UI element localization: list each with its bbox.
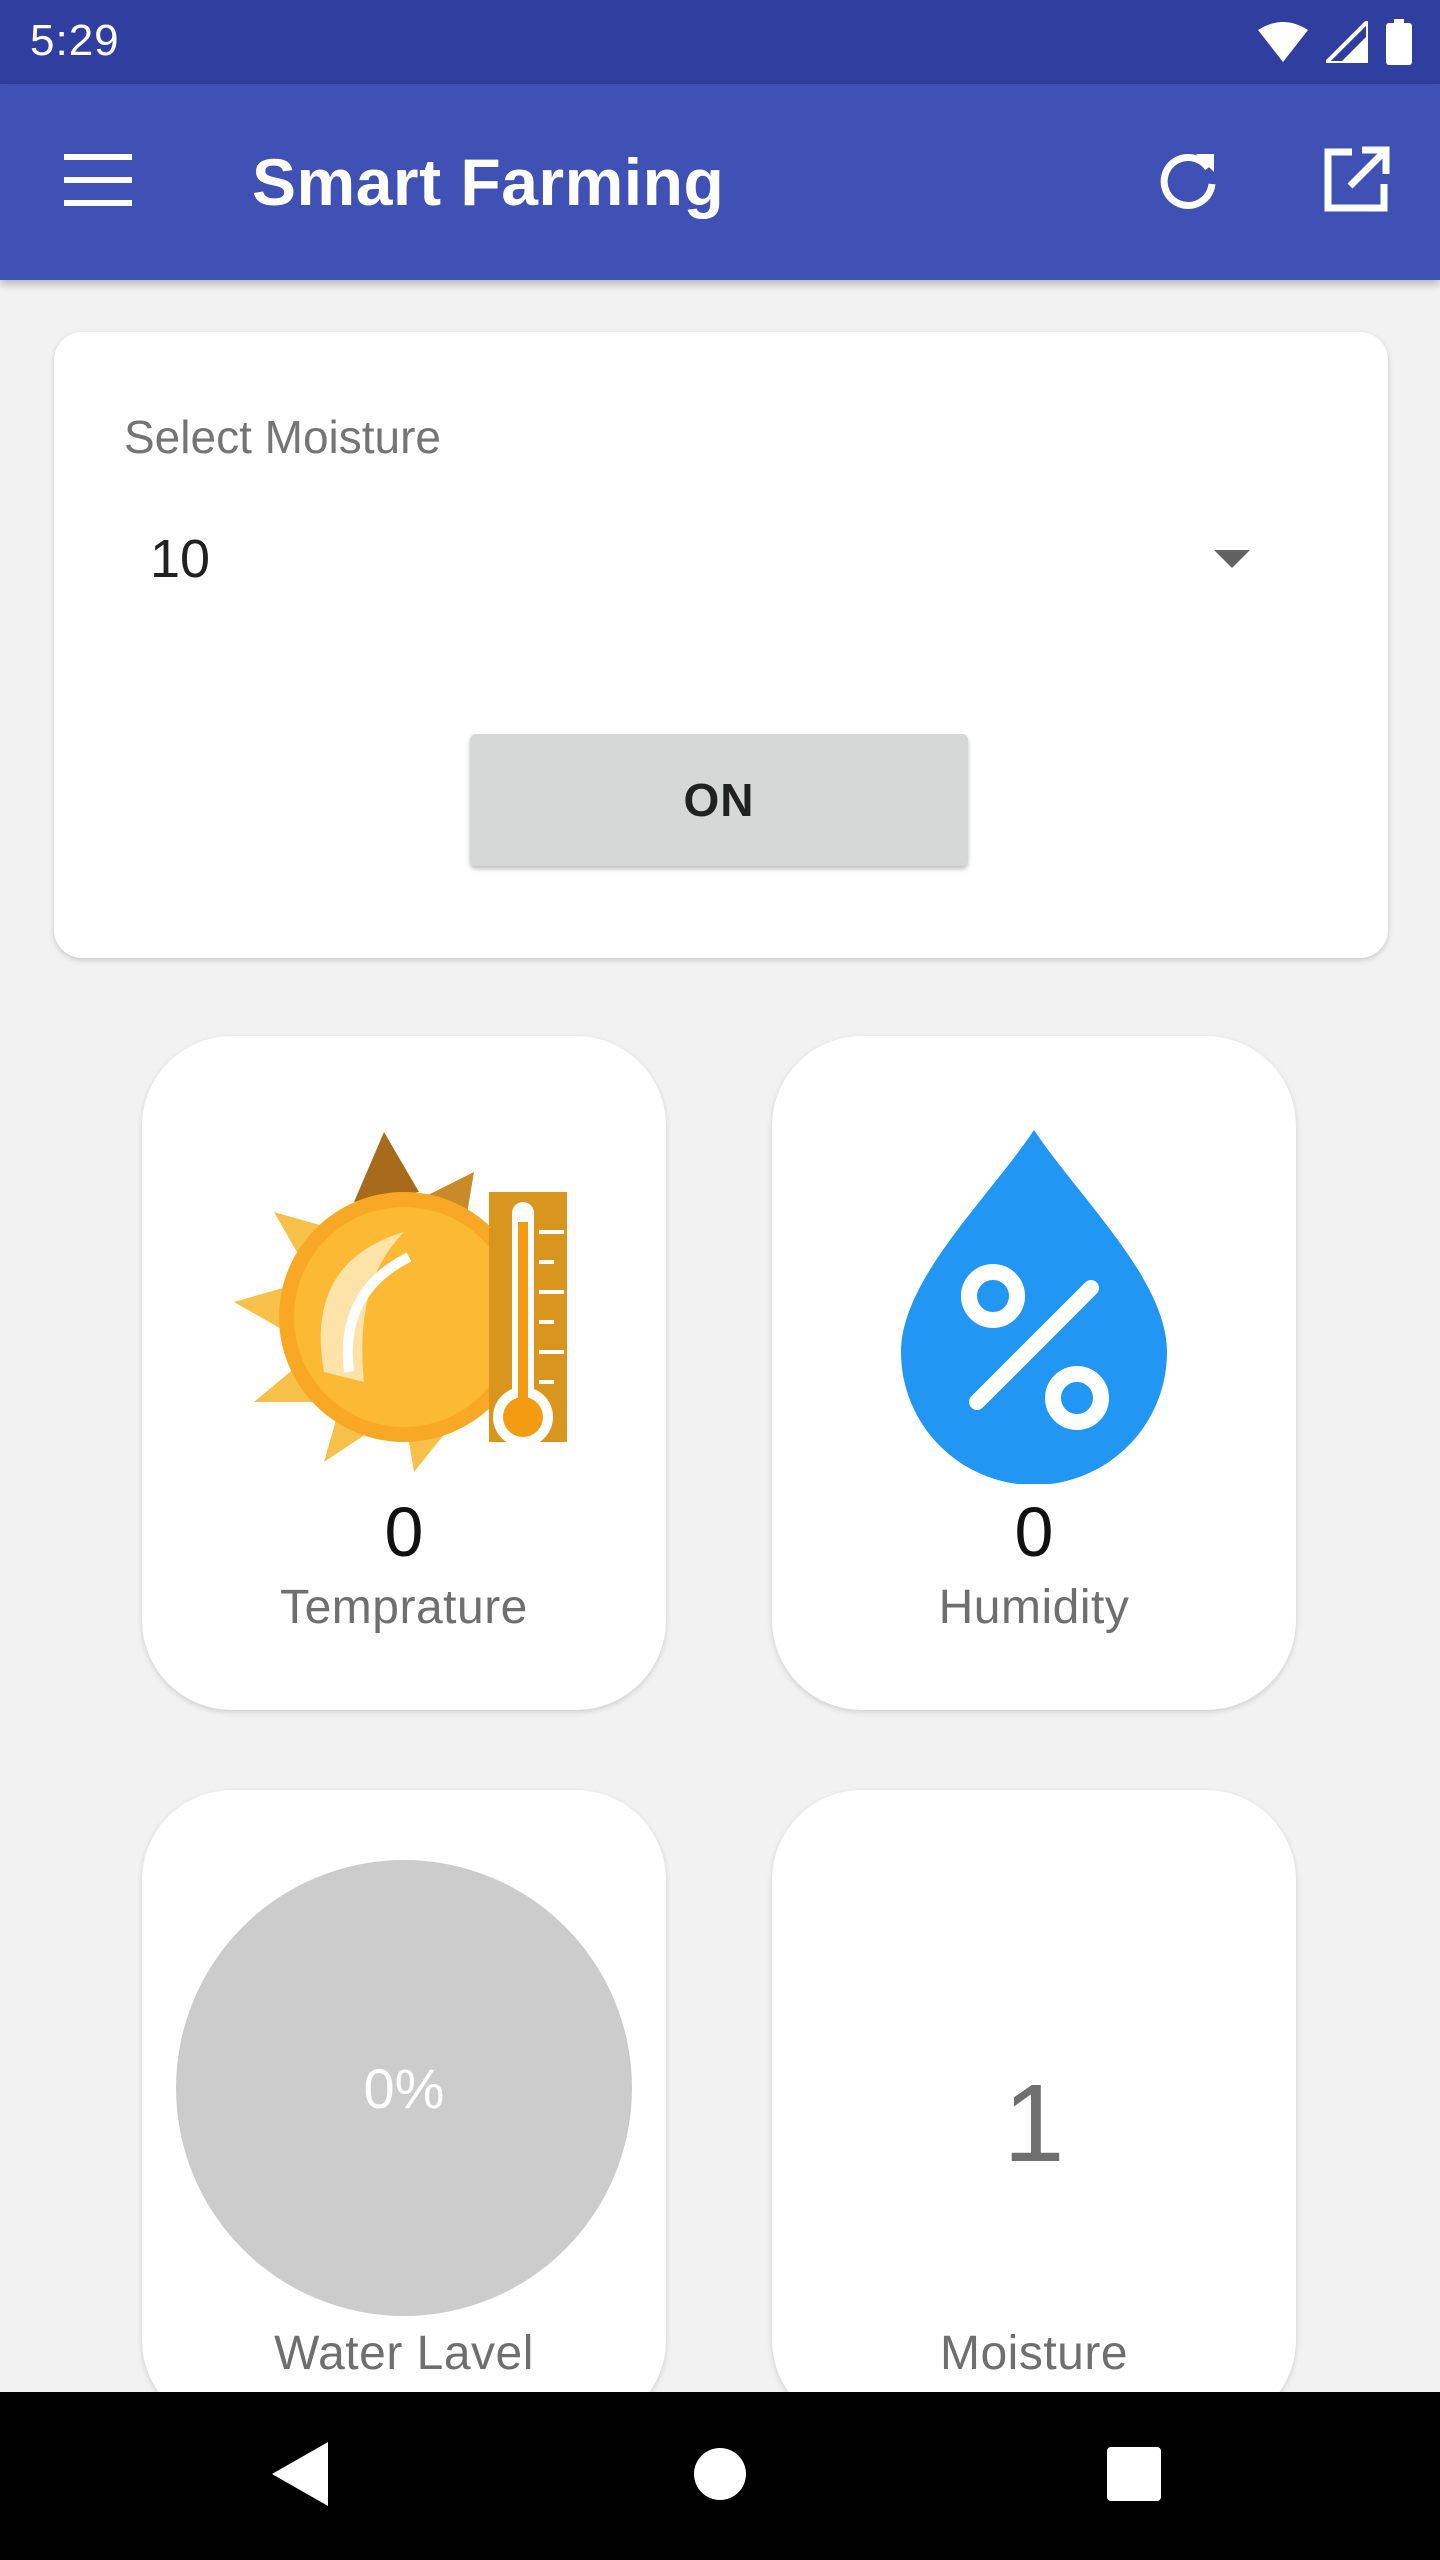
moisture-tile[interactable]: 1 Moisture [772, 1790, 1296, 2430]
home-button[interactable] [670, 2426, 770, 2526]
on-button[interactable]: ON [470, 734, 968, 866]
moisture-select-card: Select Moisture 10 ON [54, 332, 1388, 958]
navigation-bar [0, 2392, 1440, 2560]
humidity-drop-icon [901, 1130, 1167, 1489]
moisture-dropdown-value[interactable]: 10 [150, 528, 210, 590]
water-level-value: 0% [363, 2056, 445, 2120]
dropdown-arrow-icon[interactable] [1214, 550, 1250, 568]
app-bar: Smart Farming [0, 84, 1440, 280]
app-title: Smart Farming [252, 145, 725, 219]
wifi-icon [1258, 22, 1308, 62]
moisture-value: 1 [1003, 2062, 1065, 2185]
back-icon [272, 2441, 328, 2511]
menu-icon [64, 153, 132, 211]
water-level-label: Water Lavel [274, 2327, 534, 2380]
refresh-button[interactable] [1140, 134, 1236, 230]
humidity-tile[interactable]: 0 Humidity [772, 1036, 1296, 1710]
recents-button[interactable] [1084, 2426, 1184, 2526]
home-icon [694, 2447, 746, 2505]
select-moisture-label: Select Moisture [124, 411, 442, 463]
temperature-label: Temprature [280, 1581, 528, 1634]
recents-icon [1107, 2446, 1161, 2506]
moisture-label: Moisture [939, 2327, 1129, 2380]
sun-thermometer-icon [234, 1132, 574, 1487]
water-level-tile[interactable]: 0% Water Lavel [142, 1790, 666, 2430]
battery-icon [1386, 19, 1412, 65]
menu-button[interactable] [54, 138, 142, 226]
temperature-value: 0 [384, 1493, 424, 1571]
screen: 5:29 Smart Farming Select Moisture 10 ON… [0, 0, 1440, 2560]
refresh-icon [1156, 148, 1220, 217]
temperature-tile[interactable]: 0 Temprature [142, 1036, 666, 1710]
humidity-label: Humidity [938, 1581, 1130, 1634]
signal-icon [1326, 21, 1368, 63]
open-external-button[interactable] [1308, 134, 1404, 230]
status-icons [1258, 18, 1412, 66]
open-external-icon [1322, 146, 1390, 219]
status-time: 5:29 [30, 16, 120, 65]
water-level-gauge: 0% [176, 1860, 632, 2316]
humidity-value: 0 [1014, 1493, 1054, 1571]
status-bar: 5:29 [0, 0, 1440, 84]
back-button[interactable] [250, 2426, 350, 2526]
